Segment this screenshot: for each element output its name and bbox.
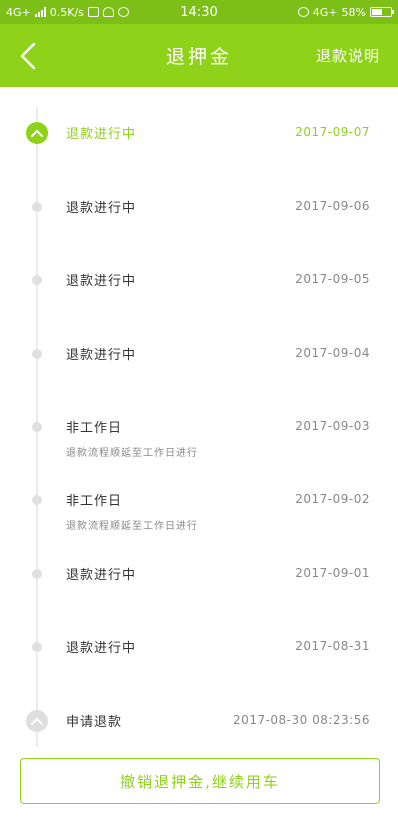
timeline-title: 退款进行中 (66, 274, 137, 289)
timeline-note: 退款流程顺延至工作日进行 (66, 521, 198, 532)
cancel-refund-button[interactable]: 撤销退押金,继续用车 (20, 758, 380, 804)
timeline-date: 2017-09-06 (295, 199, 370, 213)
back-button[interactable] (14, 40, 44, 72)
timeline-date: 2017-09-02 (295, 492, 370, 506)
alarm-icon (297, 7, 309, 17)
status-left: 4G+ 0.5K/s (6, 6, 298, 19)
refund-timeline: 退款进行中 2017-09-07 退款进行中 2017-09-06 退款进行中 … (0, 87, 398, 747)
signal-icon (34, 7, 46, 17)
timeline-dot (32, 422, 42, 432)
timeline-date: 2017-08-30 08:23:56 (233, 713, 370, 727)
notification-icon (87, 7, 99, 17)
timeline-date: 2017-09-05 (295, 272, 370, 286)
expand-up-icon[interactable] (26, 710, 48, 732)
network-speed: 0.5K/s (49, 5, 84, 19)
timeline-dot (32, 275, 42, 285)
network-type-right: 4G+ (312, 5, 338, 19)
timeline-dot (32, 642, 42, 652)
status-bar: 4G+ 0.5K/s 14:30 4G+ 58% (0, 0, 398, 24)
shield-icon (102, 7, 114, 17)
battery-icon (370, 7, 394, 17)
timeline-title: 申请退款 (66, 715, 123, 730)
timeline-date: 2017-08-31 (295, 639, 370, 653)
timeline-note: 退款流程顺延至工作日进行 (66, 448, 198, 459)
nav-bar: 退押金 退款说明 (0, 24, 398, 87)
timeline-date: 2017-09-01 (295, 566, 370, 580)
timeline-date: 2017-09-03 (295, 419, 370, 433)
timeline-title: 非工作日 (66, 421, 123, 436)
timeline-title: 退款进行中 (66, 201, 137, 216)
timeline-date: 2017-09-04 (295, 346, 370, 360)
refund-info-link[interactable]: 退款说明 (316, 45, 380, 66)
timeline-dot (32, 349, 42, 359)
network-type: 4G+ (6, 5, 31, 19)
status-right: 4G+ 58% (297, 5, 394, 19)
timeline-title: 退款进行中 (66, 568, 137, 583)
weibo-icon (117, 7, 129, 17)
timeline-dot (32, 202, 42, 212)
chevron-left-icon (20, 42, 36, 70)
timeline-date: 2017-09-07 (295, 125, 370, 139)
timeline-dot (32, 495, 42, 505)
timeline-title: 非工作日 (66, 494, 123, 509)
timeline-dot (32, 569, 42, 579)
timeline-title: 退款进行中 (66, 348, 137, 363)
timeline-title: 退款进行中 (66, 641, 137, 656)
battery-percent: 58% (341, 5, 366, 19)
battery-fill (372, 9, 382, 15)
timeline-title: 退款进行中 (66, 127, 137, 142)
expand-up-icon[interactable] (26, 122, 48, 144)
